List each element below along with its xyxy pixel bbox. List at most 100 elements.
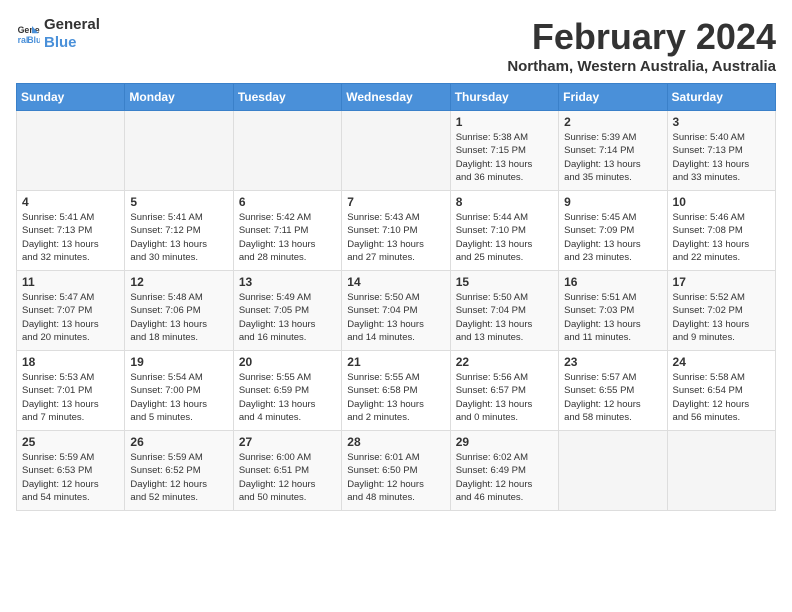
calendar-cell [17,111,125,191]
day-info: Sunrise: 5:49 AM Sunset: 7:05 PM Dayligh… [239,291,336,344]
day-number: 22 [456,355,553,369]
day-info: Sunrise: 5:56 AM Sunset: 6:57 PM Dayligh… [456,371,553,424]
day-number: 29 [456,435,553,449]
calendar-cell: 20Sunrise: 5:55 AM Sunset: 6:59 PM Dayli… [233,351,341,431]
day-info: Sunrise: 5:59 AM Sunset: 6:52 PM Dayligh… [130,451,227,504]
day-info: Sunrise: 5:39 AM Sunset: 7:14 PM Dayligh… [564,131,661,184]
calendar-cell: 24Sunrise: 5:58 AM Sunset: 6:54 PM Dayli… [667,351,775,431]
calendar-cell: 17 Sunrise: 5:52 AM Sunset: 7:02 PM Dayli… [667,271,775,351]
day-number: 9 [564,195,661,209]
calendar-cell: 1Sunrise: 5:38 AM Sunset: 7:15 PM Daylig… [450,111,558,191]
day-number: 21 [347,355,444,369]
day-number: 17 [673,275,770,289]
calendar-week-3: 18 Sunrise: 5:53 AM Sunset: 7:01 PM Dayli… [17,351,776,431]
day-info: Sunrise: 6:00 AM Sunset: 6:51 PM Dayligh… [239,451,336,504]
day-number: 23 [564,355,661,369]
day-number: 26 [130,435,227,449]
day-info: Sunrise: 5:58 AM Sunset: 6:54 PM Dayligh… [673,371,770,424]
calendar-week-1: 4Sunrise: 5:41 AM Sunset: 7:13 PM Daylig… [17,191,776,271]
calendar-cell: 14Sunrise: 5:50 AM Sunset: 7:04 PM Dayli… [342,271,450,351]
calendar-cell: 11Sunrise: 5:47 AM Sunset: 7:07 PM Dayli… [17,271,125,351]
day-info: Sunrise: 5:41 AM Sunset: 7:12 PM Dayligh… [130,211,227,264]
day-header-saturday: Saturday [667,84,775,111]
day-info: Sunrise: 5:54 AM Sunset: 7:00 PM Dayligh… [130,371,227,424]
day-number: 13 [239,275,336,289]
day-header-tuesday: Tuesday [233,84,341,111]
day-number: 2 [564,115,661,129]
day-number: 7 [347,195,444,209]
logo-icon: Gene ral Blue [16,22,40,46]
calendar-cell [233,111,341,191]
svg-text:Blue: Blue [27,35,40,45]
day-info: Sunrise: 5:46 AM Sunset: 7:08 PM Dayligh… [673,211,770,264]
title-block: February 2024 Northam, Western Australia… [507,16,776,75]
calendar-cell: 22 Sunrise: 5:56 AM Sunset: 6:57 PM Dayli… [450,351,558,431]
calendar-week-2: 11Sunrise: 5:47 AM Sunset: 7:07 PM Dayli… [17,271,776,351]
page-header: Gene ral Blue General Blue February 2024… [16,16,776,75]
calendar-cell: 4Sunrise: 5:41 AM Sunset: 7:13 PM Daylig… [17,191,125,271]
day-info: Sunrise: 5:55 AM Sunset: 6:58 PM Dayligh… [347,371,444,424]
calendar-header-row: SundayMondayTuesdayWednesdayThursdayFrid… [17,84,776,111]
day-number: 3 [673,115,770,129]
day-number: 14 [347,275,444,289]
calendar-cell: 15 Sunrise: 5:50 AM Sunset: 7:04 PM Dayli… [450,271,558,351]
calendar-cell [125,111,233,191]
month-title: February 2024 [507,16,776,58]
location-subtitle: Northam, Western Australia, Australia [507,58,776,75]
calendar-cell: 12 Sunrise: 5:48 AM Sunset: 7:06 PM Dayli… [125,271,233,351]
day-header-thursday: Thursday [450,84,558,111]
day-info: Sunrise: 5:40 AM Sunset: 7:13 PM Dayligh… [673,131,770,184]
calendar-week-4: 25 Sunrise: 5:59 AM Sunset: 6:53 PM Dayli… [17,431,776,511]
day-number: 4 [22,195,119,209]
calendar-cell: 25 Sunrise: 5:59 AM Sunset: 6:53 PM Dayli… [17,431,125,511]
day-number: 1 [456,115,553,129]
calendar-cell: 26 Sunrise: 5:59 AM Sunset: 6:52 PM Dayli… [125,431,233,511]
day-info: Sunrise: 5:43 AM Sunset: 7:10 PM Dayligh… [347,211,444,264]
day-info: Sunrise: 5:47 AM Sunset: 7:07 PM Dayligh… [22,291,119,344]
day-number: 19 [130,355,227,369]
day-header-monday: Monday [125,84,233,111]
calendar-table: SundayMondayTuesdayWednesdayThursdayFrid… [16,83,776,511]
day-info: Sunrise: 5:59 AM Sunset: 6:53 PM Dayligh… [22,451,119,504]
calendar-cell [559,431,667,511]
day-number: 18 [22,355,119,369]
logo-line2: Blue [44,34,100,52]
day-info: Sunrise: 6:01 AM Sunset: 6:50 PM Dayligh… [347,451,444,504]
day-info: Sunrise: 5:52 AM Sunset: 7:02 PM Dayligh… [673,291,770,344]
day-header-wednesday: Wednesday [342,84,450,111]
calendar-cell: 7 Sunrise: 5:43 AM Sunset: 7:10 PM Daylig… [342,191,450,271]
day-info: Sunrise: 5:45 AM Sunset: 7:09 PM Dayligh… [564,211,661,264]
day-number: 25 [22,435,119,449]
day-info: Sunrise: 5:42 AM Sunset: 7:11 PM Dayligh… [239,211,336,264]
day-header-friday: Friday [559,84,667,111]
calendar-cell: 29Sunrise: 6:02 AM Sunset: 6:49 PM Dayli… [450,431,558,511]
day-number: 10 [673,195,770,209]
day-number: 15 [456,275,553,289]
day-info: Sunrise: 5:57 AM Sunset: 6:55 PM Dayligh… [564,371,661,424]
day-info: Sunrise: 5:55 AM Sunset: 6:59 PM Dayligh… [239,371,336,424]
day-number: 28 [347,435,444,449]
calendar-cell: 9 Sunrise: 5:45 AM Sunset: 7:09 PM Daylig… [559,191,667,271]
day-info: Sunrise: 5:48 AM Sunset: 7:06 PM Dayligh… [130,291,227,344]
calendar-cell: 13 Sunrise: 5:49 AM Sunset: 7:05 PM Dayli… [233,271,341,351]
day-number: 6 [239,195,336,209]
calendar-cell: 27Sunrise: 6:00 AM Sunset: 6:51 PM Dayli… [233,431,341,511]
calendar-cell: 18 Sunrise: 5:53 AM Sunset: 7:01 PM Dayli… [17,351,125,431]
calendar-cell: 3 Sunrise: 5:40 AM Sunset: 7:13 PM Daylig… [667,111,775,191]
day-info: Sunrise: 5:53 AM Sunset: 7:01 PM Dayligh… [22,371,119,424]
calendar-cell [667,431,775,511]
day-info: Sunrise: 5:50 AM Sunset: 7:04 PM Dayligh… [456,291,553,344]
calendar-cell [342,111,450,191]
calendar-week-0: 1Sunrise: 5:38 AM Sunset: 7:15 PM Daylig… [17,111,776,191]
calendar-cell: 23 Sunrise: 5:57 AM Sunset: 6:55 PM Dayli… [559,351,667,431]
day-number: 8 [456,195,553,209]
day-number: 16 [564,275,661,289]
day-number: 5 [130,195,227,209]
logo: Gene ral Blue General Blue [16,16,100,52]
calendar-cell: 2 Sunrise: 5:39 AM Sunset: 7:14 PM Daylig… [559,111,667,191]
calendar-cell: 6 Sunrise: 5:42 AM Sunset: 7:11 PM Daylig… [233,191,341,271]
calendar-cell: 10 Sunrise: 5:46 AM Sunset: 7:08 PM Dayli… [667,191,775,271]
day-number: 12 [130,275,227,289]
calendar-cell: 19 Sunrise: 5:54 AM Sunset: 7:00 PM Dayli… [125,351,233,431]
day-info: Sunrise: 5:51 AM Sunset: 7:03 PM Dayligh… [564,291,661,344]
